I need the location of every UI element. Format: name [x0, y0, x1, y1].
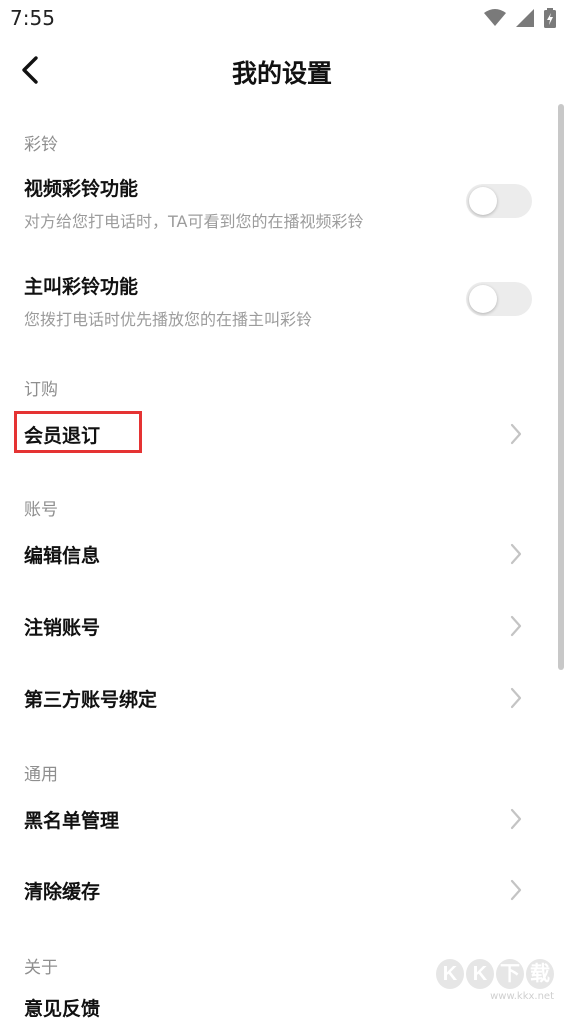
caller-ringtone-description: 您拨打电话时优先播放您的在播主叫彩铃	[24, 310, 313, 329]
blacklist-management-label: 黑名单管理	[24, 810, 120, 832]
chevron-right-icon	[510, 687, 522, 709]
watermark-char: K	[436, 959, 464, 989]
watermark-logo: K K 下 载	[432, 959, 554, 989]
chevron-right-icon	[510, 879, 522, 901]
page-title: 我的设置	[231, 59, 332, 88]
cancel-account-label: 注销账号	[24, 617, 101, 639]
scrollbar[interactable]	[558, 104, 564, 670]
caller-ringtone-toggle[interactable]	[466, 282, 532, 316]
status-icons	[484, 8, 556, 28]
status-time: 7:55	[10, 6, 55, 30]
battery-icon	[544, 8, 556, 28]
cancel-account-item[interactable]: 注销账号	[0, 604, 556, 648]
watermark-char: K	[466, 959, 494, 989]
watermark-url: www.kkx.net	[490, 991, 554, 1002]
section-label-about: 关于	[24, 958, 58, 978]
highlight-box	[14, 411, 142, 453]
edit-info-item[interactable]: 编辑信息	[0, 532, 556, 576]
video-ringtone-setting: 视频彩铃功能 对方给您打电话时，TA可看到您的在播视频彩铃	[0, 170, 556, 236]
blacklist-management-item[interactable]: 黑名单管理	[0, 797, 556, 841]
video-ringtone-toggle[interactable]	[466, 184, 532, 218]
chevron-right-icon	[510, 543, 522, 565]
third-party-binding-label: 第三方账号绑定	[24, 689, 158, 711]
about-partial-label: 意见反馈	[24, 998, 101, 1020]
watermark: K K 下 载 www.kkx.net	[432, 959, 554, 1002]
chevron-right-icon	[510, 808, 522, 830]
caller-ringtone-setting: 主叫彩铃功能 您拨打电话时优先播放您的在播主叫彩铃	[0, 268, 556, 334]
chevron-right-icon	[510, 615, 522, 637]
watermark-char: 下	[496, 959, 524, 989]
edit-info-label: 编辑信息	[24, 545, 101, 567]
third-party-binding-item[interactable]: 第三方账号绑定	[0, 676, 556, 720]
toggle-knob	[469, 285, 497, 313]
clear-cache-label: 清除缓存	[24, 881, 101, 903]
section-label-account: 账号	[24, 500, 58, 520]
chevron-right-icon	[510, 423, 522, 445]
section-label-general: 通用	[24, 765, 58, 785]
video-ringtone-title: 视频彩铃功能	[24, 178, 139, 200]
clear-cache-item[interactable]: 清除缓存	[0, 868, 556, 912]
caller-ringtone-title: 主叫彩铃功能	[24, 276, 139, 298]
wifi-icon	[484, 9, 506, 26]
status-bar: 7:55	[0, 0, 564, 38]
section-label-ringtone: 彩铃	[24, 135, 58, 155]
toggle-knob	[469, 187, 497, 215]
nav-bar: 我的设置	[0, 40, 564, 102]
watermark-char: 载	[526, 959, 554, 989]
cellular-signal-icon	[516, 9, 534, 27]
section-label-order: 订购	[24, 380, 58, 400]
video-ringtone-description: 对方给您打电话时，TA可看到您的在播视频彩铃	[24, 212, 364, 231]
